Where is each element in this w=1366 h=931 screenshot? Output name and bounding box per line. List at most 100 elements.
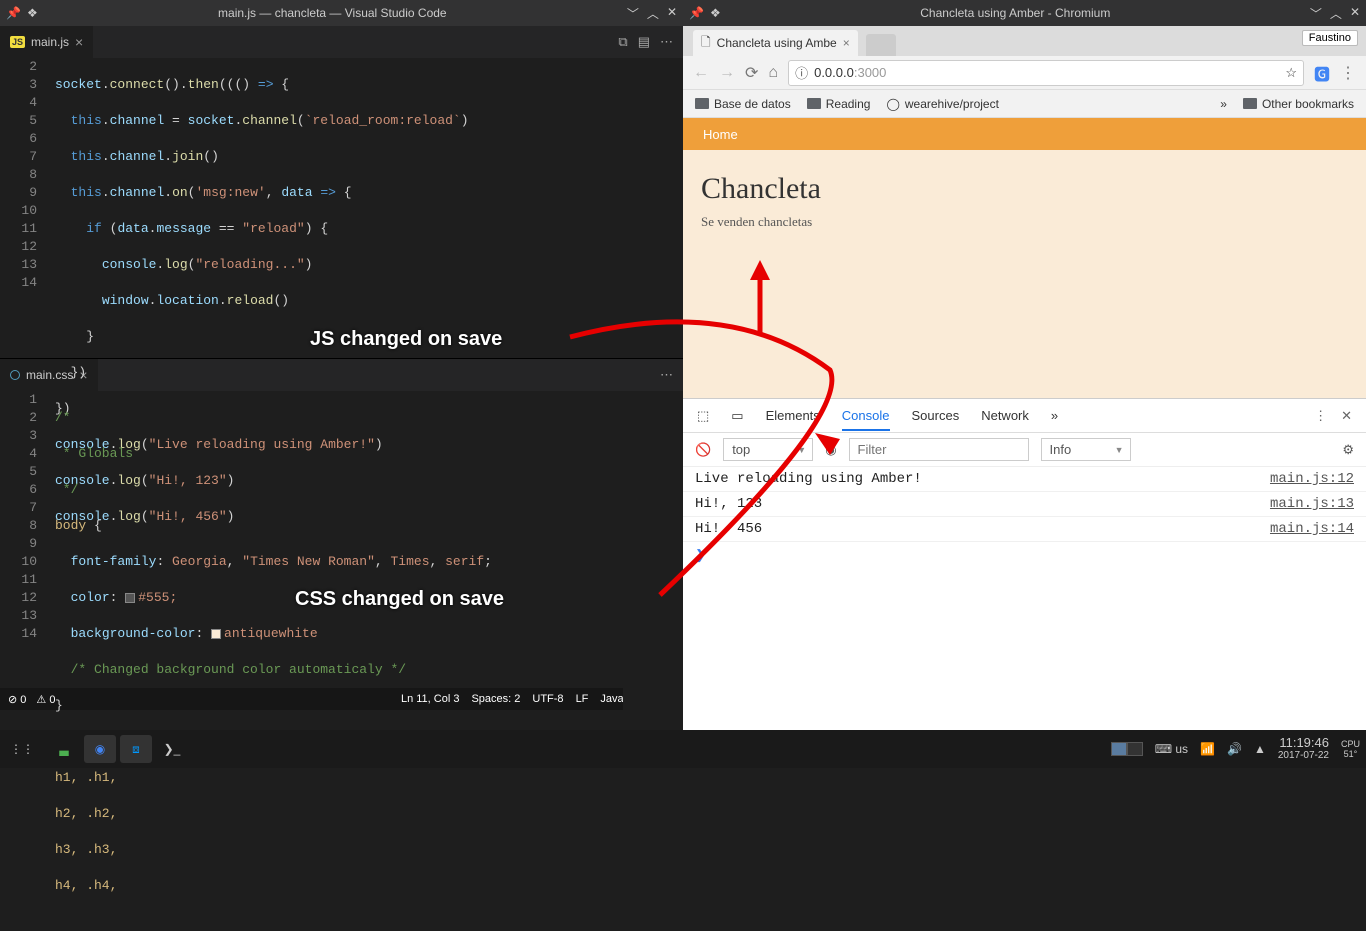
close-icon[interactable]: ✕ — [667, 5, 677, 22]
minimize-icon[interactable]: ﹀ — [1310, 5, 1322, 22]
tab-elements[interactable]: Elements — [766, 408, 820, 423]
console-prompt[interactable]: ❯ — [683, 542, 1366, 569]
reload-button[interactable]: ⟳ — [745, 63, 758, 83]
tab-main-js[interactable]: JS main.js × — [0, 26, 93, 58]
js-file-icon: JS — [10, 36, 25, 48]
eye-icon[interactable]: ◉ — [825, 442, 836, 458]
translate-icon[interactable]: 🅶 — [1314, 61, 1330, 85]
clear-console-icon[interactable]: 🚫 — [695, 442, 711, 458]
home-button[interactable]: ⌂ — [768, 64, 778, 82]
other-bookmarks[interactable]: Other bookmarks — [1243, 97, 1354, 111]
vscode-titlebar[interactable]: 📌 ❖ main.js — chancleta — Visual Studio … — [0, 0, 683, 26]
arrow-up-icon[interactable]: ❖ — [27, 6, 38, 20]
css-file-icon — [10, 370, 20, 380]
folder-icon — [1243, 98, 1257, 109]
settings-icon[interactable]: ⚙ — [1342, 442, 1354, 458]
folder-icon — [807, 98, 821, 109]
desktop-taskbar[interactable]: ⋮⋮ ▃ ◉ ⧈ ❯_ ⌨ us 📶 🔊 ▲ 11:19:46 2017-07-… — [0, 730, 1366, 768]
page-subtitle: Se venden chancletas — [701, 214, 1348, 230]
address-bar[interactable]: ⓘ 0.0.0.0:3000 ☆ — [788, 60, 1304, 86]
taskbar-app-vscode[interactable]: ⧈ — [120, 735, 152, 763]
folder-icon — [695, 98, 709, 109]
code-area-css[interactable]: /* * Globals */ body { font-family: Geor… — [55, 391, 623, 931]
log-level-selector[interactable]: Info — [1041, 438, 1131, 461]
gutter: 234567891011121314 — [0, 58, 55, 358]
taskbar-app-terminal[interactable]: ❯_ — [156, 735, 188, 763]
close-tab-icon[interactable]: × — [75, 34, 83, 50]
taskbar-clock[interactable]: 11:19:46 2017-07-22 — [1278, 736, 1329, 762]
devtools-panel[interactable]: ⬚ ▭ Elements Console Sources Network » ⋮… — [683, 398, 1366, 730]
new-tab-button[interactable] — [866, 34, 896, 56]
bookmarks-bar[interactable]: Base de datos Reading ◯wearehive/project… — [683, 90, 1366, 118]
wifi-icon[interactable]: 📶 — [1200, 742, 1215, 756]
chrome-titlebar[interactable]: 📌 ❖ Chancleta using Amber - Chromium ﹀ ︿… — [683, 0, 1366, 26]
minimap[interactable] — [623, 58, 683, 358]
context-selector[interactable]: top — [723, 438, 813, 461]
inspect-icon[interactable]: ⬚ — [697, 408, 709, 424]
bookmark-folder[interactable]: Reading — [807, 97, 871, 111]
chrome-toolbar: ← → ⟳ ⌂ ⓘ 0.0.0.0:3000 ☆ 🅶 ⋮ — [683, 56, 1366, 90]
tab-sources[interactable]: Sources — [912, 408, 960, 423]
source-link[interactable]: main.js:13 — [1270, 496, 1354, 512]
site-navbar: Home — [683, 118, 1366, 150]
pin-icon[interactable]: 📌 — [6, 6, 21, 20]
nav-home-link[interactable]: Home — [703, 127, 738, 142]
minimap[interactable] — [623, 391, 683, 931]
keyboard-layout-indicator[interactable]: ⌨ us — [1155, 742, 1188, 756]
tab-network[interactable]: Network — [981, 408, 1029, 423]
menu-icon[interactable]: ⋮ — [1340, 63, 1356, 83]
maximize-icon[interactable]: ︿ — [647, 5, 659, 22]
forward-button[interactable]: → — [719, 64, 735, 82]
source-link[interactable]: main.js:12 — [1270, 471, 1354, 487]
browser-tab[interactable]: 🗋 Chancleta using Ambe × — [693, 30, 858, 56]
console-output[interactable]: Live reloading using Amber! main.js:12 H… — [683, 467, 1366, 542]
info-icon[interactable]: ⓘ — [795, 63, 808, 82]
console-line[interactable]: Hi!, 123 main.js:13 — [683, 492, 1366, 517]
pin-icon[interactable]: 📌 — [689, 6, 704, 20]
filter-input[interactable] — [849, 438, 1029, 461]
close-icon[interactable]: ✕ — [1350, 5, 1360, 22]
back-button[interactable]: ← — [693, 64, 709, 82]
maximize-icon[interactable]: ︿ — [1330, 5, 1342, 22]
chromium-window: 📌 ❖ Chancleta using Amber - Chromium ﹀ ︿… — [683, 0, 1366, 730]
source-link[interactable]: main.js:14 — [1270, 521, 1354, 537]
more-icon[interactable]: ⋯ — [660, 34, 673, 50]
page-icon: 🗋 — [701, 33, 711, 54]
cpu-widget[interactable]: CPU 51° — [1341, 739, 1360, 759]
browser-tab-title: Chancleta using Ambe — [717, 36, 837, 50]
close-tab-icon[interactable]: × — [843, 36, 850, 50]
editor-js[interactable]: 234567891011121314 socket.connect().then… — [0, 58, 683, 358]
bookmark-link[interactable]: ◯wearehive/project — [886, 97, 999, 111]
profile-badge[interactable]: Faustino — [1302, 30, 1358, 46]
minimize-icon[interactable]: ﹀ — [627, 5, 639, 22]
devtools-close-icon[interactable]: ✕ — [1341, 408, 1352, 424]
chrome-tabstrip[interactable]: 🗋 Chancleta using Ambe × Faustino — [683, 26, 1366, 56]
taskbar-app-chromium[interactable]: ◉ — [84, 735, 116, 763]
updates-icon[interactable]: ▲ — [1254, 742, 1266, 756]
compare-icon[interactable]: ⧉ — [618, 34, 627, 50]
console-line[interactable]: Live reloading using Amber! main.js:12 — [683, 467, 1366, 492]
more-icon[interactable]: ⋯ — [660, 367, 673, 383]
page-heading: Chancleta — [701, 172, 1348, 206]
hero-section: Chancleta Se venden chancletas — [683, 150, 1366, 398]
star-icon[interactable]: ☆ — [1285, 65, 1297, 81]
device-icon[interactable]: ▭ — [731, 408, 743, 424]
rendered-page: Home Chancleta Se venden chancletas ⬚ ▭ … — [683, 118, 1366, 730]
split-icon[interactable]: ▤ — [638, 34, 650, 50]
app-menu-icon[interactable]: ⋮⋮ — [6, 735, 38, 763]
console-line[interactable]: Hi!, 456 main.js:14 — [683, 517, 1366, 542]
bookmarks-overflow[interactable]: » — [1220, 97, 1227, 111]
editor-css[interactable]: 1234567891011121314 /* * Globals */ body… — [0, 391, 683, 931]
tabs-overflow[interactable]: » — [1051, 408, 1058, 423]
arrow-up-icon[interactable]: ❖ — [710, 6, 721, 20]
github-icon: ◯ — [886, 97, 899, 111]
bookmark-folder[interactable]: Base de datos — [695, 97, 791, 111]
code-area-js[interactable]: socket.connect().then((() => { this.chan… — [55, 58, 623, 358]
vscode-window: 📌 ❖ main.js — chancleta — Visual Studio … — [0, 0, 683, 730]
taskbar-app-monitor[interactable]: ▃ — [48, 735, 80, 763]
css-editor-pane: main.css × ⋯ 1234567891011121314 /* * Gl… — [0, 358, 683, 688]
workspace-pager[interactable] — [1111, 742, 1143, 756]
tab-console[interactable]: Console — [842, 408, 890, 431]
volume-icon[interactable]: 🔊 — [1227, 742, 1242, 756]
devtools-menu-icon[interactable]: ⋮ — [1314, 408, 1327, 424]
